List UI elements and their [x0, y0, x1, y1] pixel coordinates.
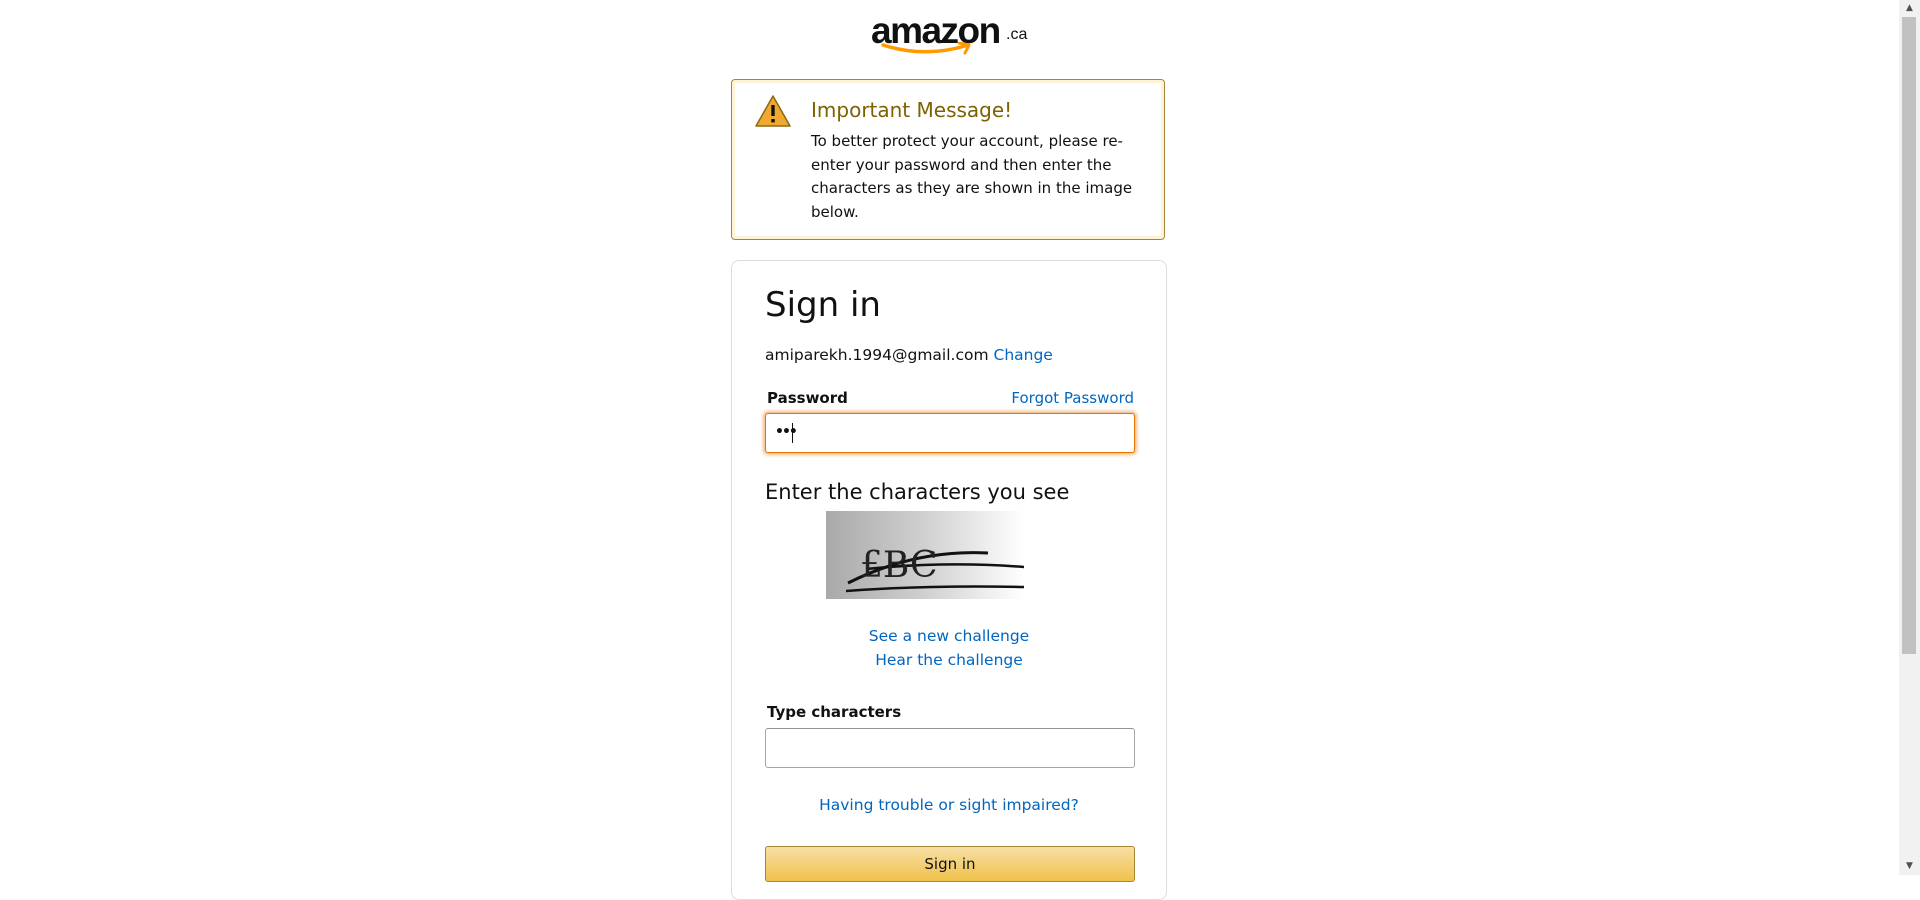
type-characters-label: Type characters — [767, 703, 902, 721]
captcha-image: £BC — [826, 511, 1024, 599]
change-email-link[interactable]: Change — [994, 346, 1053, 364]
forgot-password-link[interactable]: Forgot Password — [1011, 389, 1134, 407]
smile-arrow-icon — [881, 42, 971, 55]
amazon-logo[interactable]: amazon .ca — [871, 10, 1031, 60]
important-message-alert: Important Message! To better protect you… — [731, 79, 1165, 240]
text-caret — [792, 423, 793, 443]
vertical-scrollbar[interactable]: ▲ ▼ — [1899, 0, 1920, 875]
page: amazon .ca Important Message! To better … — [0, 0, 1899, 900]
captcha-heading: Enter the characters you see — [765, 480, 1070, 504]
signin-button[interactable]: Sign in — [765, 846, 1135, 882]
alert-body: To better protect your account, please r… — [811, 132, 1133, 221]
new-challenge-link[interactable]: See a new challenge — [732, 627, 1166, 645]
page-title: Sign in — [765, 285, 881, 325]
alert-heading: Important Message! — [811, 98, 1013, 122]
hear-challenge-link[interactable]: Hear the challenge — [732, 651, 1166, 669]
logo-suffix: .ca — [1006, 26, 1028, 43]
scrollbar-thumb[interactable] — [1902, 17, 1916, 654]
password-field[interactable]: ••• — [765, 413, 1135, 453]
captcha-input[interactable] — [765, 728, 1135, 768]
captcha-characters: £BC — [860, 545, 938, 586]
scroll-down-arrow-icon[interactable]: ▼ — [1899, 858, 1920, 875]
warning-icon — [755, 95, 791, 127]
signin-box: Sign in amiparekh.1994@gmail.com Change … — [731, 260, 1167, 900]
account-email: amiparekh.1994@gmail.com — [765, 346, 989, 364]
sight-impaired-link[interactable]: Having trouble or sight impaired? — [732, 796, 1166, 814]
scroll-up-arrow-icon[interactable]: ▲ — [1899, 0, 1920, 17]
account-email-line: amiparekh.1994@gmail.com Change — [765, 346, 1053, 364]
password-label: Password — [767, 389, 848, 407]
